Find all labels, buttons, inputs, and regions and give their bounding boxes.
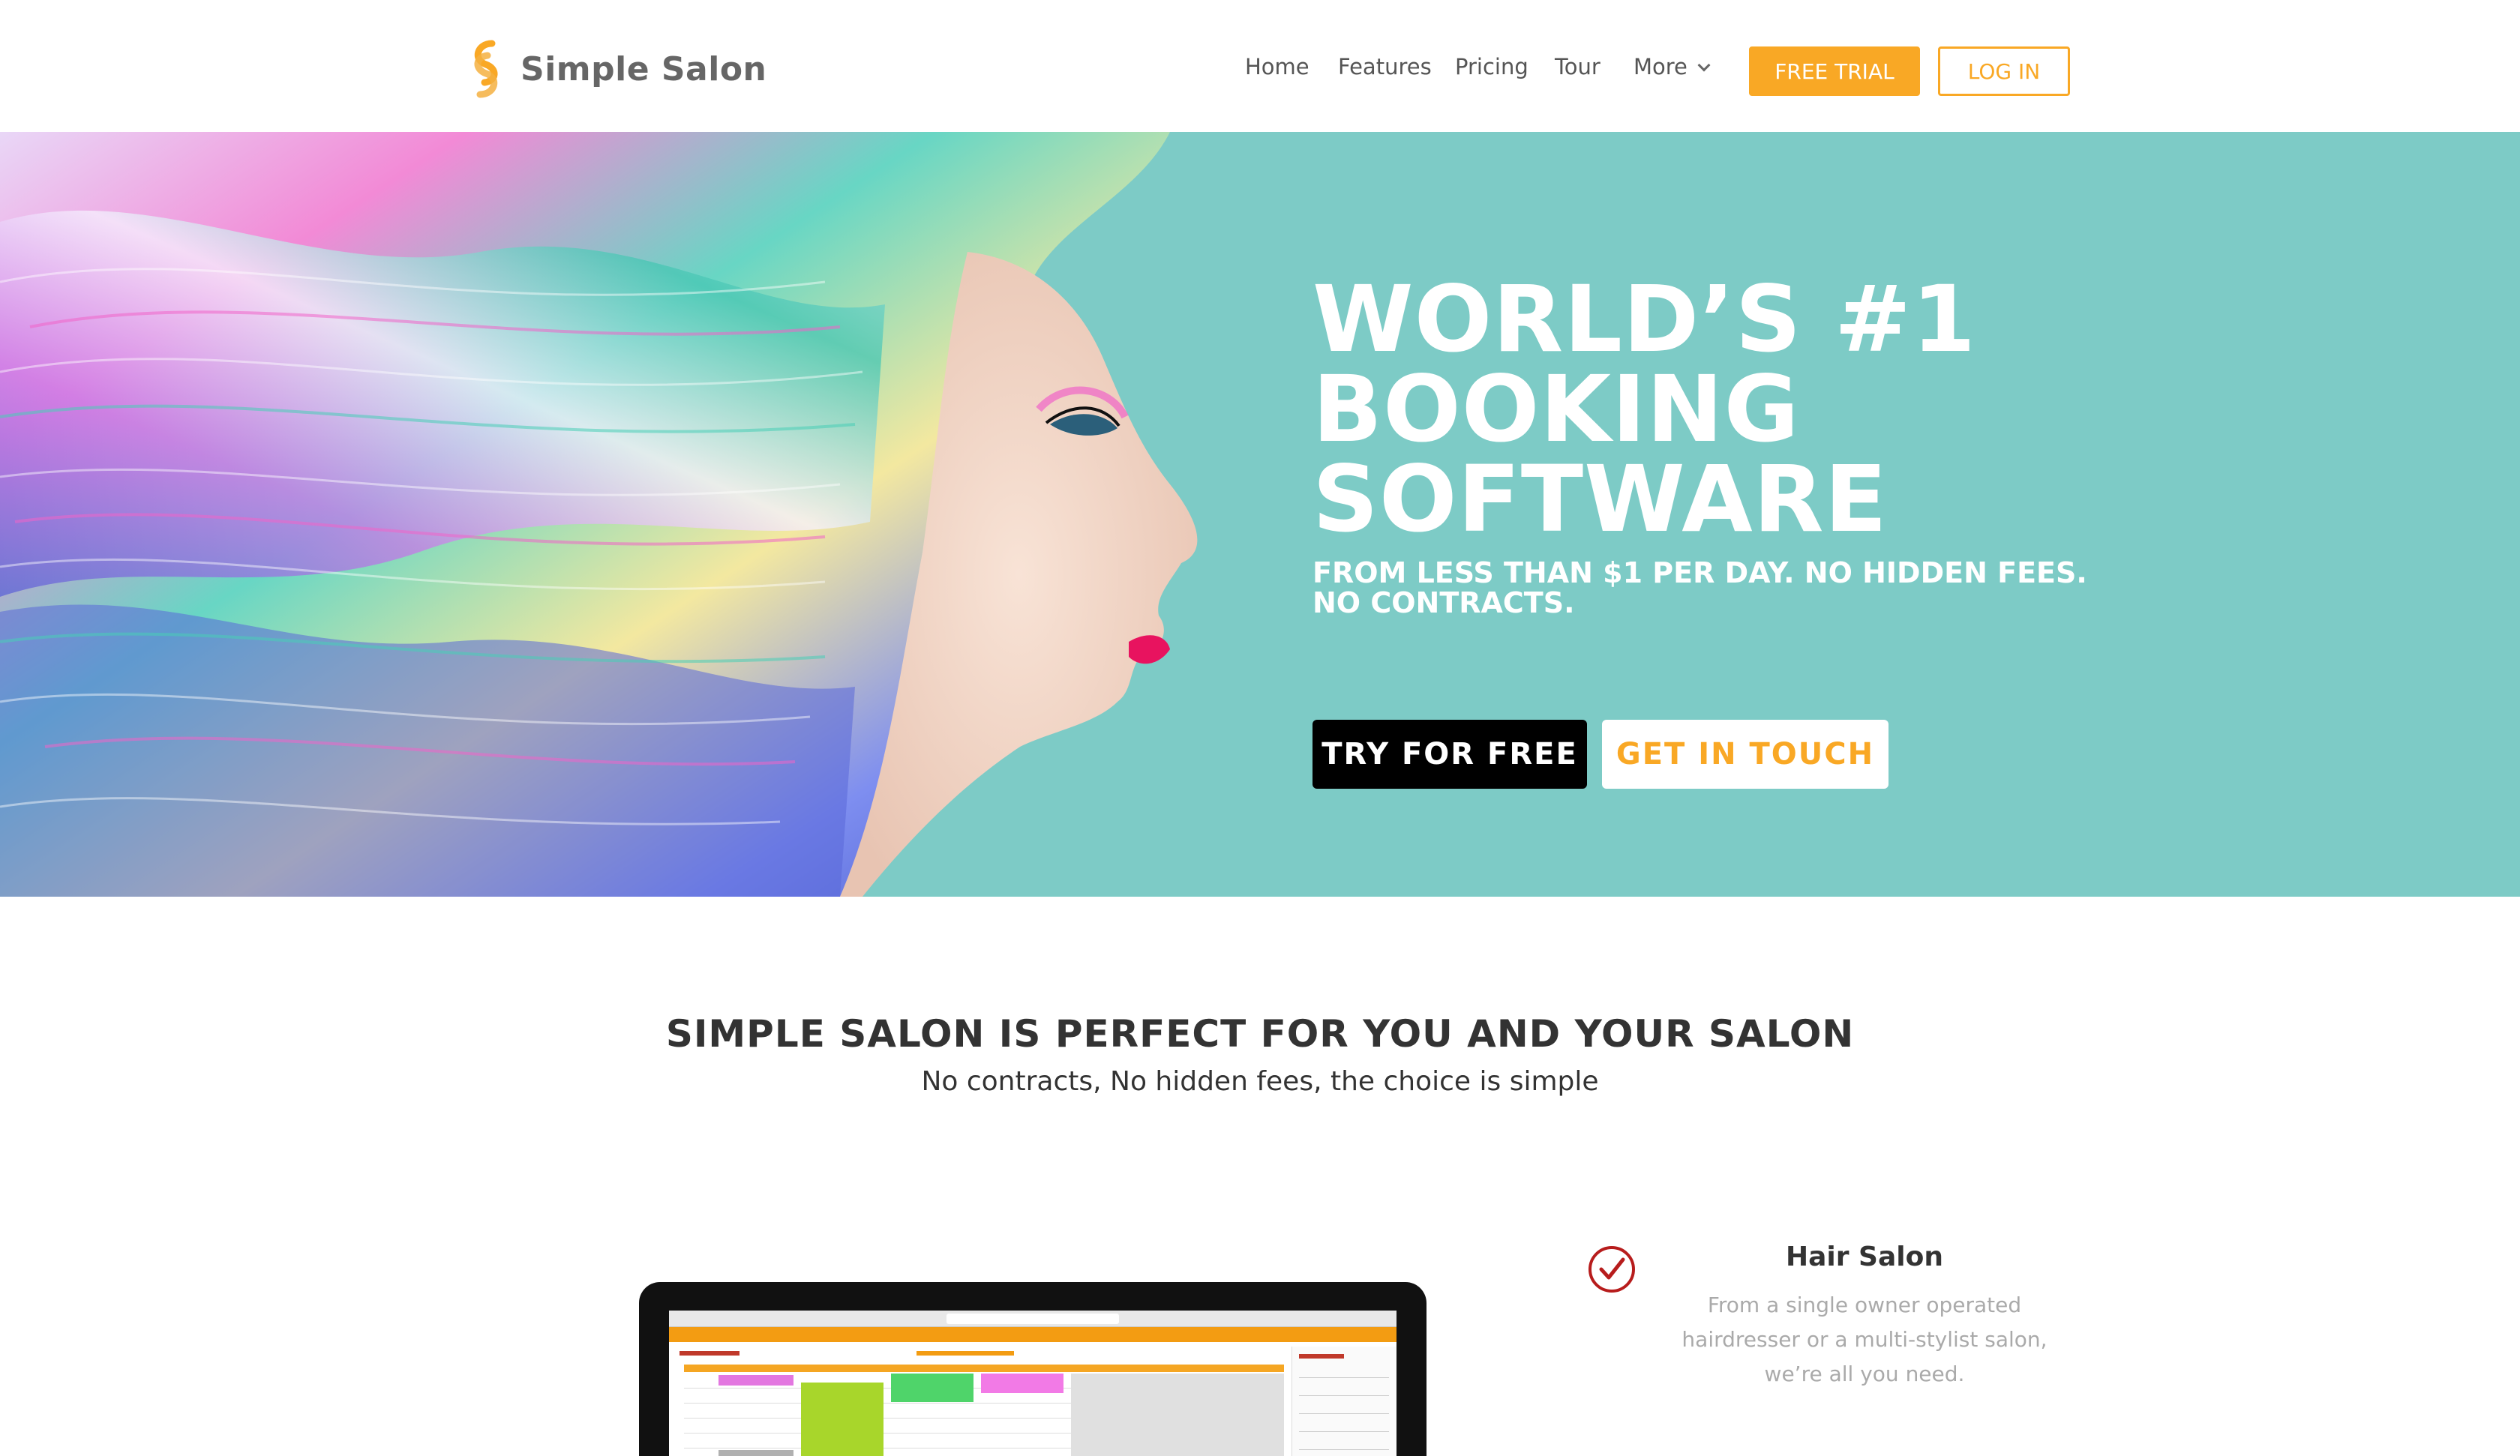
appointments-date-placeholder xyxy=(916,1351,1014,1356)
feature-title: Hair Salon xyxy=(1786,1242,1943,1272)
calendar-header xyxy=(684,1365,1284,1372)
browser-address-bar xyxy=(946,1314,1119,1324)
get-in-touch-button[interactable]: GET IN TOUCH xyxy=(1602,720,1888,789)
free-trial-button[interactable]: FREE TRIAL xyxy=(1749,46,1920,96)
appointment-block xyxy=(718,1375,794,1386)
feature-description: From a single owner operated hairdresser… xyxy=(1682,1293,2048,1386)
hero-subtitle: FROM LESS THAN $1 PER DAY. NO HIDDEN FEE… xyxy=(1312,556,2087,619)
nav-home[interactable]: Home xyxy=(1245,54,1310,79)
site-logo[interactable]: Simple Salon xyxy=(462,39,766,99)
search-field xyxy=(1299,1443,1389,1450)
browser-toolbar xyxy=(669,1311,1396,1327)
logo-text: Simple Salon xyxy=(520,49,767,88)
section-subtitle: No contracts, No hidden fees, the choice… xyxy=(921,1066,1599,1097)
appointment-block xyxy=(801,1383,884,1456)
app-menu-bar xyxy=(669,1327,1396,1342)
hero-title-line-1: WORLD’S #1 xyxy=(1312,266,1977,373)
appointment-block xyxy=(891,1374,974,1402)
hero-title: WORLD’S #1 BOOKING SOFTWARE xyxy=(1312,266,2212,553)
section-title: SIMPLE SALON IS PERFECT FOR YOU AND YOUR… xyxy=(665,1012,1855,1056)
laptop-mockup xyxy=(639,1282,1426,1456)
login-button[interactable]: LOG IN xyxy=(1938,46,2070,96)
app-screenshot xyxy=(669,1311,1396,1456)
search-field xyxy=(1299,1389,1389,1396)
chevron-down-icon xyxy=(1697,58,1711,72)
nav-more-dropdown[interactable]: More xyxy=(1634,54,1711,79)
checkmark-circle-icon xyxy=(1588,1246,1635,1293)
search-field xyxy=(1299,1407,1389,1414)
nav-pricing[interactable]: Pricing xyxy=(1455,54,1528,79)
client-search-heading-placeholder xyxy=(1299,1354,1344,1359)
simple-salon-logo-icon xyxy=(474,40,498,98)
hero-title-line-3: SOFTWARE xyxy=(1312,446,1888,553)
hero-title-line-2: BOOKING xyxy=(1312,356,1800,463)
nav-more-label: More xyxy=(1634,54,1688,79)
try-for-free-button[interactable]: TRY FOR FREE xyxy=(1312,720,1587,789)
appointments-heading-placeholder xyxy=(680,1351,740,1356)
search-field xyxy=(1299,1371,1389,1378)
client-search-panel xyxy=(1292,1347,1396,1456)
nav-features[interactable]: Features xyxy=(1338,54,1432,79)
site-header: Simple Salon Home Features Pricing Tour … xyxy=(0,0,2520,132)
appointment-block xyxy=(981,1374,1064,1393)
nav-tour[interactable]: Tour xyxy=(1555,54,1600,79)
search-field xyxy=(1299,1425,1389,1432)
hero-rainbow-hair-portrait xyxy=(0,132,1198,897)
appointment-block xyxy=(718,1450,794,1456)
unavailable-block xyxy=(1071,1374,1284,1456)
hero-banner: WORLD’S #1 BOOKING SOFTWARE FROM LESS TH… xyxy=(0,132,2520,897)
